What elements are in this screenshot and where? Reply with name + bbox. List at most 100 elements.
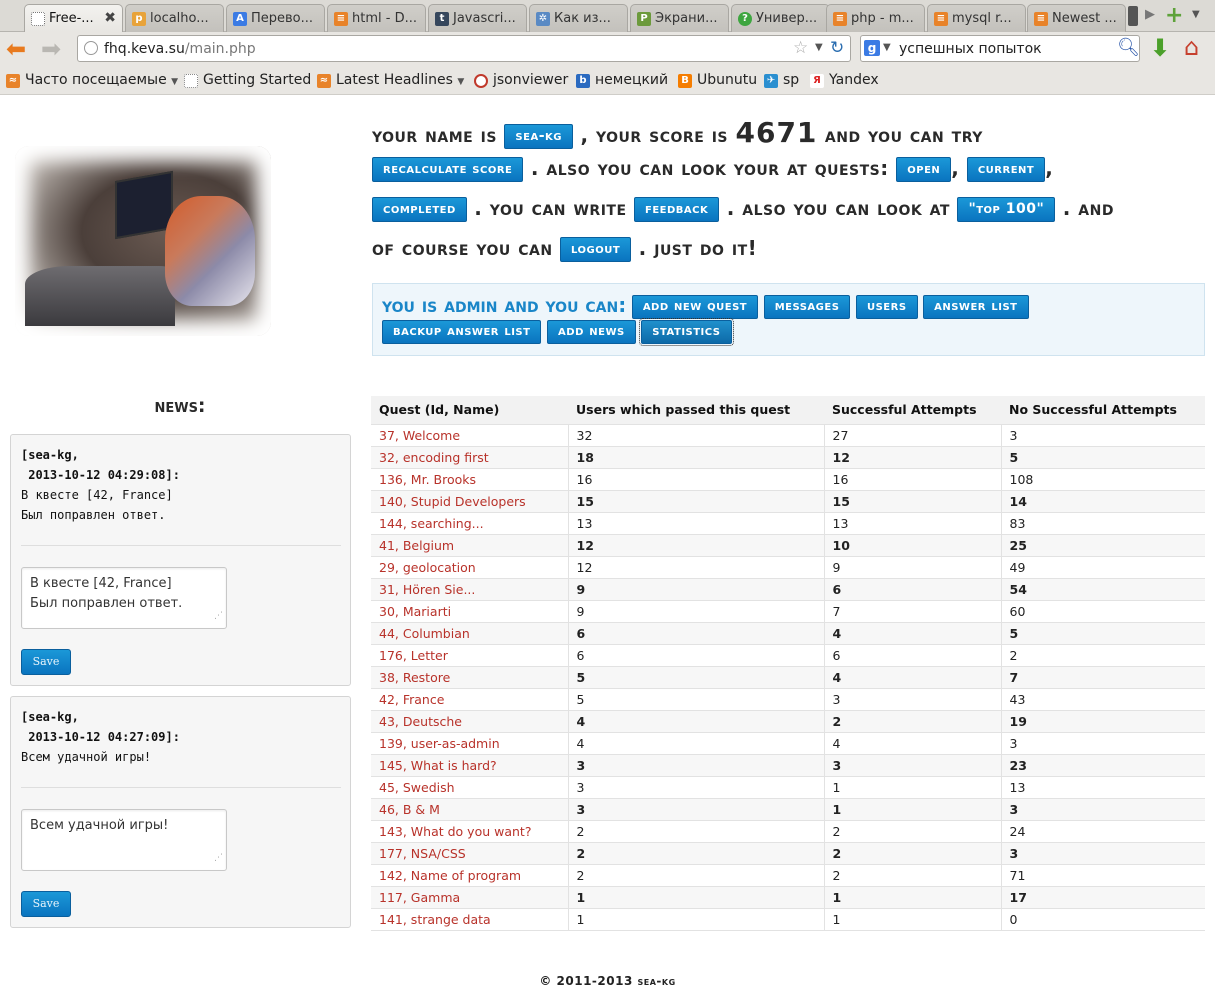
- answer-list-button[interactable]: Answer list: [923, 295, 1029, 319]
- bookmark-latest-headlines[interactable]: ≈ Latest Headlines ▼: [317, 72, 464, 88]
- list-all-tabs-icon[interactable]: ▼: [1192, 9, 1200, 20]
- stat-cell: 4: [823, 621, 1001, 644]
- completed-quests-button[interactable]: completed: [372, 197, 467, 222]
- backup-answer-list-button[interactable]: Backup answer list: [382, 320, 542, 344]
- tab-php[interactable]: ≡ php - m...: [826, 4, 925, 32]
- quest-link[interactable]: 143, What do you want?: [371, 819, 568, 842]
- back-button[interactable]: ⬅: [6, 35, 26, 63]
- page-content: Your name is sea-kg , your score is 4671…: [0, 96, 1215, 1000]
- url-text[interactable]: fhq.keva.su/main.php: [104, 41, 256, 57]
- statistics-button[interactable]: Statistics: [639, 318, 734, 346]
- feedback-button[interactable]: feedback: [633, 197, 720, 222]
- new-tab-icon[interactable]: +: [1165, 3, 1183, 28]
- bookmark-most-visited[interactable]: ≈ Часто посещаемые ▼: [6, 72, 178, 88]
- table-row: 145, What is hard? 3 3 23: [371, 753, 1205, 776]
- table-row: 45, Swedish 3 1 13: [371, 775, 1205, 798]
- tab-mysql[interactable]: ≡ mysql r...: [927, 4, 1026, 32]
- quest-link[interactable]: 38, Restore: [371, 665, 568, 688]
- stat-cell: 19: [1000, 709, 1205, 732]
- bookmark-sp[interactable]: ✈ sp: [764, 72, 799, 88]
- bookmark-star-icon[interactable]: ☆: [793, 38, 808, 58]
- tab-free[interactable]: Free-... ✖: [24, 4, 123, 32]
- reload-icon[interactable]: ↻: [830, 38, 844, 58]
- logout-button[interactable]: logout: [560, 237, 632, 262]
- forward-button[interactable]: ➡: [41, 35, 61, 63]
- news-item: [sea-kg, 2013-10-12 04:29:08]: В квесте …: [10, 434, 351, 686]
- news-edit-textarea[interactable]: Всем удачной игры! ⋰: [21, 809, 227, 871]
- news-item: [sea-kg, 2013-10-12 04:27:09]: Всем удач…: [10, 696, 351, 928]
- scroll-tabs-right-icon[interactable]: ▶: [1145, 7, 1155, 22]
- quest-link[interactable]: 31, Hören Sie...: [371, 577, 568, 600]
- stat-cell: 3: [1000, 731, 1205, 754]
- quest-link[interactable]: 43, Deutsche: [371, 709, 568, 732]
- home-icon[interactable]: ⌂: [1184, 33, 1199, 61]
- site-identity-icon[interactable]: [84, 41, 98, 55]
- history-dropdown-icon[interactable]: ▼: [815, 42, 823, 53]
- engine-dropdown-icon[interactable]: ▼: [883, 42, 891, 53]
- resize-grip-icon[interactable]: ⋰: [214, 848, 223, 868]
- quest-link[interactable]: 30, Mariarti: [371, 599, 568, 622]
- column-header: Successful Attempts: [824, 396, 1001, 424]
- tab-label: Экрани...: [655, 11, 718, 26]
- quest-link[interactable]: 177, NSA/CSS: [371, 841, 568, 864]
- url-bar[interactable]: fhq.keva.su/main.php ☆ ▼ ↻: [77, 35, 851, 62]
- quest-link[interactable]: 41, Belgium: [371, 533, 568, 556]
- stat-cell: 3: [567, 775, 824, 798]
- username-badge[interactable]: sea-kg: [504, 124, 573, 149]
- quest-link[interactable]: 140, Stupid Developers: [371, 489, 568, 512]
- quest-link[interactable]: 117, Gamma: [371, 885, 568, 908]
- tab-javascript[interactable]: t Javascri...: [428, 4, 527, 32]
- quest-link[interactable]: 136, Mr. Brooks: [371, 467, 568, 490]
- tab-kak-iz[interactable]: ✲ Как из...: [529, 4, 628, 32]
- quest-link[interactable]: 139, user-as-admin: [371, 731, 568, 754]
- tab-html[interactable]: ≡ html - D...: [327, 4, 426, 32]
- stat-cell: 7: [823, 599, 1001, 622]
- overflow-tab[interactable]: [1128, 6, 1138, 26]
- bookmark-yandex[interactable]: Я Yandex: [810, 72, 879, 88]
- news-edit-textarea[interactable]: В квесте [42, France] Был поправлен отве…: [21, 567, 227, 629]
- bookmark-jsonviewer[interactable]: jsonviewer: [474, 72, 568, 88]
- search-icon[interactable]: 🔍︎: [1117, 37, 1140, 58]
- bookmark-getting-started[interactable]: Getting Started: [184, 72, 311, 88]
- bookmark-nemetskiy[interactable]: b немецкий: [576, 72, 668, 88]
- tab-localhost[interactable]: p localho...: [125, 4, 224, 32]
- top-100-button[interactable]: "Top 100": [957, 197, 1056, 222]
- quest-link[interactable]: 42, France: [371, 687, 568, 710]
- download-icon[interactable]: ⬇: [1150, 34, 1170, 62]
- save-button[interactable]: Save: [21, 649, 71, 675]
- quest-link[interactable]: 45, Swedish: [371, 775, 568, 798]
- quest-link[interactable]: 144, searching...: [371, 511, 568, 534]
- bookmark-ubuntu[interactable]: B Ubunutu: [678, 72, 757, 88]
- quest-link[interactable]: 37, Welcome: [371, 423, 568, 446]
- table-row: 139, user-as-admin 4 4 3: [371, 731, 1205, 754]
- search-input[interactable]: успешных попыток: [899, 41, 1042, 57]
- tab-univer[interactable]: ? Универ...: [731, 4, 830, 32]
- quest-link[interactable]: 32, encoding first: [371, 445, 568, 468]
- page-icon: [184, 74, 198, 88]
- search-bar[interactable]: g ▼ успешных попыток 🔍︎: [860, 35, 1140, 62]
- tab-translate[interactable]: A Перево...: [226, 4, 325, 32]
- google-icon[interactable]: g: [864, 40, 880, 56]
- resize-grip-icon[interactable]: ⋰: [214, 606, 223, 626]
- current-quests-button[interactable]: current: [966, 157, 1046, 182]
- users-button[interactable]: Users: [855, 295, 918, 319]
- save-button[interactable]: Save: [21, 891, 71, 917]
- quest-link[interactable]: 46, B & M: [371, 797, 568, 820]
- quest-link[interactable]: 44, Columbian: [371, 621, 568, 644]
- tab-ekrani[interactable]: P Экрани...: [630, 4, 729, 32]
- quest-link[interactable]: 176, Letter: [371, 643, 568, 666]
- add-new-quest-button[interactable]: Add new quest: [631, 295, 759, 319]
- add-news-button[interactable]: Add news: [547, 320, 636, 344]
- stat-cell: 2: [823, 841, 1001, 864]
- quest-link[interactable]: 145, What is hard?: [371, 753, 568, 776]
- quest-link[interactable]: 29, geolocation: [371, 555, 568, 578]
- quest-link[interactable]: 141, strange data: [371, 907, 568, 930]
- tab-newest[interactable]: ≡ Newest ...: [1027, 4, 1126, 32]
- open-quests-button[interactable]: open: [896, 157, 952, 182]
- recalculate-score-button[interactable]: recalculate score: [372, 157, 524, 182]
- messages-button[interactable]: Messages: [763, 295, 851, 319]
- quest-link[interactable]: 142, Name of program: [371, 863, 568, 886]
- table-row: 141, strange data 1 1 0: [371, 907, 1205, 930]
- close-icon[interactable]: ✖: [104, 10, 116, 26]
- photo-laptop: [115, 170, 173, 240]
